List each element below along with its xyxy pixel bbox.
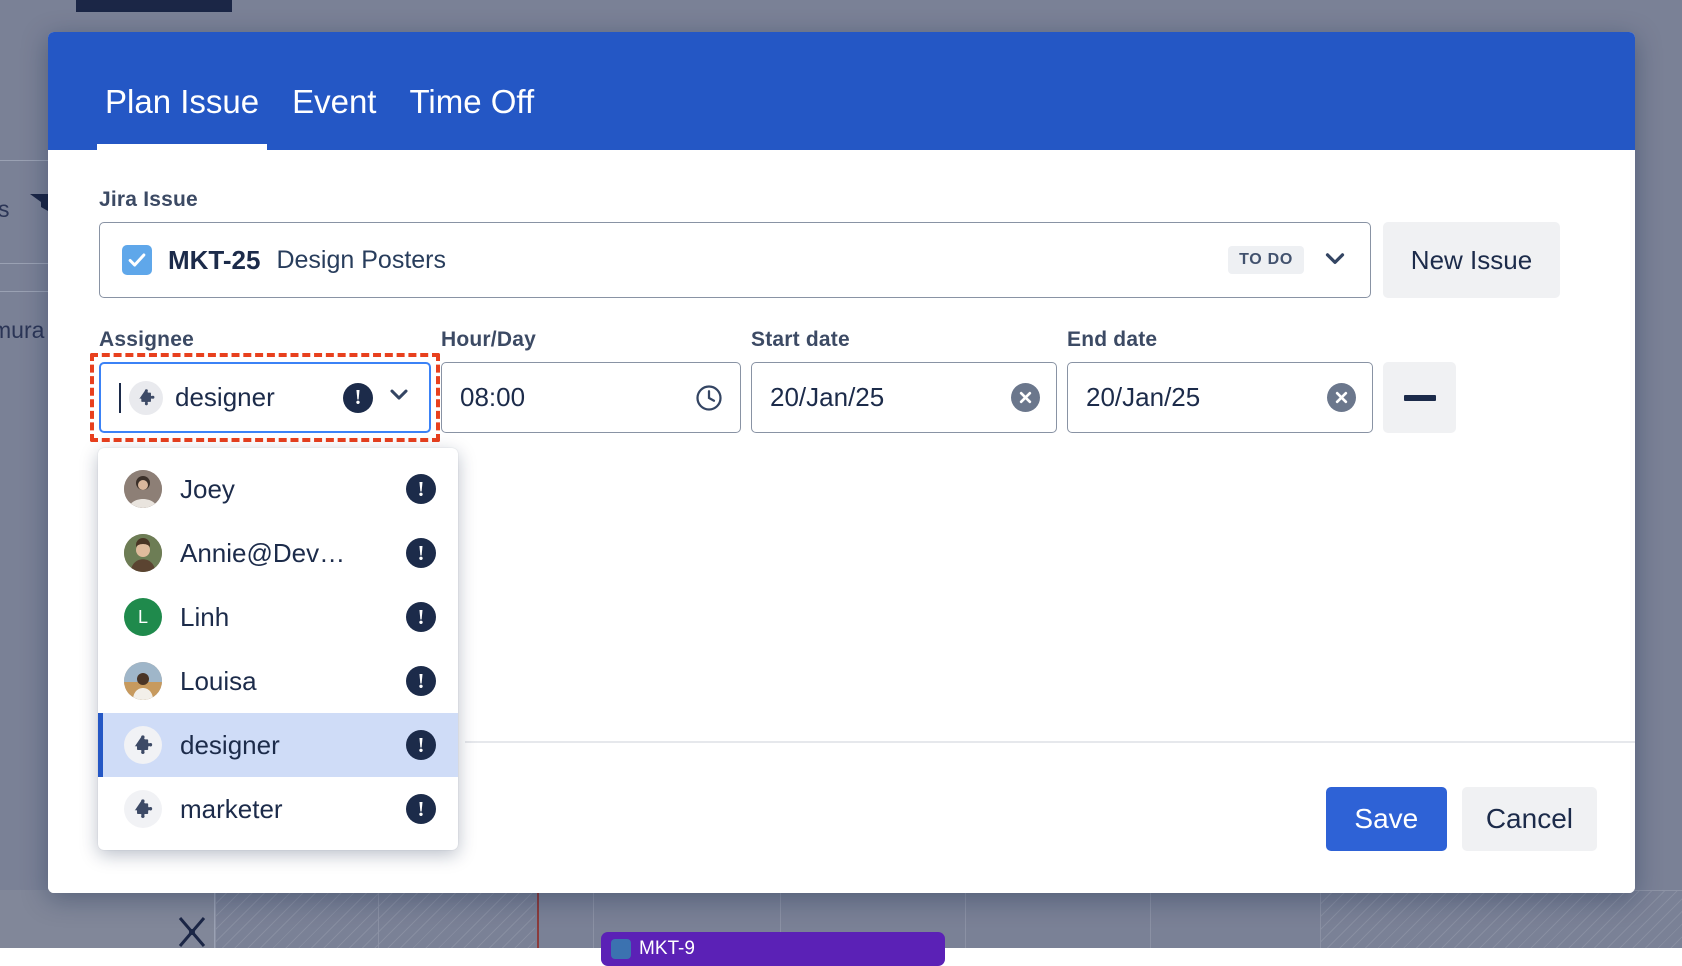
check-icon[interactable]: [122, 245, 152, 275]
start-date-value: 20/Jan/25: [770, 382, 999, 413]
footer-divider: [465, 741, 1635, 743]
end-date-input[interactable]: 20/Jan/25: [1067, 362, 1373, 433]
dropdown-option-linh[interactable]: L Linh !: [98, 585, 458, 649]
end-date-value: 20/Jan/25: [1086, 382, 1315, 413]
puzzle-piece-icon: [124, 790, 162, 828]
tab-time-off-label: Time Off: [409, 83, 534, 120]
end-date-label: End date: [1067, 328, 1373, 352]
warning-icon: !: [406, 602, 436, 632]
dropdown-option-label: marketer: [180, 794, 388, 825]
plan-issue-dialog: Plan Issue Event Time Off Jira Issue MKT…: [48, 32, 1635, 893]
warning-icon: !: [406, 794, 436, 824]
clear-circle-icon[interactable]: [1011, 383, 1040, 412]
tab-time-off[interactable]: Time Off: [409, 85, 534, 132]
dialog-body: Jira Issue MKT-25 Design Posters TO DO: [48, 150, 1635, 893]
dropdown-option-label: Linh: [180, 602, 388, 633]
background-label-mura: mura: [0, 317, 44, 344]
dialog-header: Plan Issue Event Time Off: [48, 32, 1635, 150]
gantt-task-bar[interactable]: MKT-9: [601, 932, 945, 966]
jira-issue-row: MKT-25 Design Posters TO DO New Issue: [99, 222, 1578, 298]
background-label-s: s: [0, 196, 10, 223]
puzzle-piece-icon: [129, 381, 163, 415]
warning-icon: !: [406, 474, 436, 504]
minus-icon: [1404, 395, 1436, 401]
start-date-input[interactable]: 20/Jan/25: [751, 362, 1057, 433]
dropdown-option-louisa[interactable]: Louisa !: [98, 649, 458, 713]
dropdown-option-label: Annie@Dev…: [180, 538, 388, 569]
today-marker-line: [537, 891, 539, 948]
avatar: L: [124, 598, 162, 636]
warning-icon: !: [343, 383, 373, 413]
dropdown-option-marketer[interactable]: marketer !: [98, 777, 458, 841]
dropdown-option-label: Joey: [180, 474, 388, 505]
jira-issue-key: MKT-25: [168, 245, 260, 276]
tab-event-label: Event: [292, 83, 376, 120]
end-date-field-group: End date 20/Jan/25: [1067, 328, 1373, 433]
dropdown-option-label: Louisa: [180, 666, 388, 697]
hour-day-field-group: Hour/Day 08:00: [441, 328, 741, 433]
cancel-button[interactable]: Cancel: [1462, 787, 1597, 851]
jira-issue-summary: Design Posters: [276, 246, 446, 275]
jira-issue-select[interactable]: MKT-25 Design Posters TO DO: [99, 222, 1371, 298]
text-caret: [119, 383, 121, 413]
assignee-field-group: Assignee designer !: [99, 328, 431, 433]
start-date-label: Start date: [751, 328, 1057, 352]
split-task-icon: [175, 912, 209, 952]
assignee-dropdown-menu: Joey !: [98, 448, 458, 850]
dropdown-option-designer[interactable]: designer !: [98, 713, 458, 777]
avatar: [124, 534, 162, 572]
clear-circle-icon[interactable]: [1327, 383, 1356, 412]
task-bar-label: MKT-9: [639, 938, 695, 960]
jira-issue-label: Jira Issue: [99, 188, 1578, 212]
warning-icon: !: [406, 666, 436, 696]
tab-event[interactable]: Event: [292, 85, 376, 132]
tab-plan-issue[interactable]: Plan Issue: [105, 85, 259, 132]
hour-day-value: 08:00: [460, 382, 682, 413]
dropdown-option-annie[interactable]: Annie@Dev… !: [98, 521, 458, 585]
hour-day-label: Hour/Day: [441, 328, 741, 352]
task-type-icon: [611, 939, 631, 959]
assignee-input[interactable]: designer !: [99, 362, 431, 433]
warning-icon: !: [406, 538, 436, 568]
start-date-field-group: Start date 20/Jan/25: [751, 328, 1057, 433]
avatar-initial: L: [138, 607, 148, 628]
background-toolbar: [76, 0, 232, 12]
chevron-down-icon[interactable]: [1320, 243, 1350, 278]
dropdown-option-joey[interactable]: Joey !: [98, 457, 458, 521]
clock-icon[interactable]: [694, 383, 724, 413]
assignee-value: designer: [175, 382, 331, 413]
puzzle-piece-icon: [124, 726, 162, 764]
avatar: [124, 662, 162, 700]
status-badge: TO DO: [1228, 246, 1304, 274]
save-button[interactable]: Save: [1326, 787, 1447, 851]
plan-fields-row: Assignee designer !: [99, 328, 1578, 433]
assignee-label: Assignee: [99, 328, 431, 352]
warning-icon: !: [406, 730, 436, 760]
tab-plan-issue-label: Plan Issue: [105, 83, 259, 120]
hour-day-input[interactable]: 08:00: [441, 362, 741, 433]
dropdown-option-label: designer: [180, 730, 388, 761]
new-issue-button[interactable]: New Issue: [1383, 222, 1560, 298]
chevron-down-icon[interactable]: [385, 380, 413, 415]
remove-row-button[interactable]: [1383, 362, 1456, 433]
dialog-footer: Save Cancel: [1326, 787, 1597, 851]
avatar: [124, 470, 162, 508]
